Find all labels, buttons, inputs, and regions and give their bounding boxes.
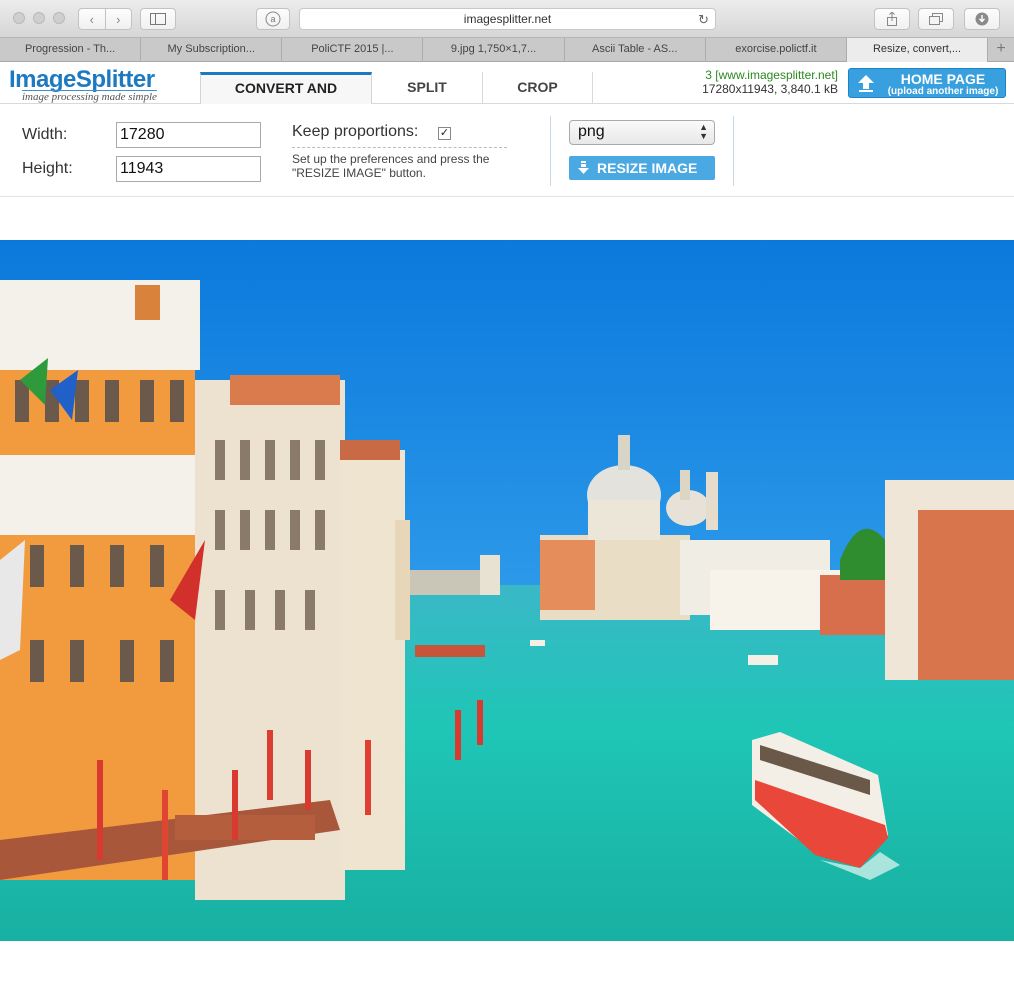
downloads-icon[interactable] bbox=[964, 8, 1000, 30]
browser-tab[interactable]: Ascii Table - AS... bbox=[565, 38, 706, 62]
home-page-sublabel: (upload another image) bbox=[887, 86, 999, 97]
image-dimensions-size: 17280x11943, 3,840.1 kB bbox=[702, 82, 838, 96]
sidebar-toggle-icon[interactable] bbox=[140, 8, 176, 30]
browser-tab[interactable]: exorcise.polictf.it bbox=[706, 38, 847, 62]
amazon-bookmark-icon[interactable]: a bbox=[256, 8, 290, 30]
tabs-overview-icon[interactable] bbox=[918, 8, 954, 30]
divider bbox=[292, 147, 507, 148]
width-label: Width: bbox=[22, 126, 68, 143]
format-select[interactable]: png ▲ ▼ bbox=[569, 120, 715, 145]
home-page-button[interactable]: HOME PAGE (upload another image) bbox=[848, 68, 1006, 98]
upload-arrow-icon bbox=[858, 75, 874, 92]
address-url: imagesplitter.net bbox=[463, 12, 552, 26]
site-header: ImageSplitter image processing made simp… bbox=[0, 62, 1014, 125]
browser-tab-active[interactable]: Resize, convert,... bbox=[846, 38, 989, 62]
image-count: 3 [www.imagesplitter.net] bbox=[705, 68, 838, 82]
image-stats: 3 [www.imagesplitter.net] 17280x11943, 3… bbox=[702, 68, 838, 96]
browser-tab-strip: Progression - Th... My Subscription... P… bbox=[0, 38, 1014, 62]
resize-image-button[interactable]: RESIZE IMAGE bbox=[569, 156, 715, 180]
width-field[interactable] bbox=[116, 122, 261, 148]
browser-tab[interactable]: 9.jpg 1,750×1,7... bbox=[423, 38, 565, 62]
site-tagline: image processing made simple bbox=[22, 90, 157, 103]
tab-crop-image[interactable]: CROP IMAGE bbox=[483, 72, 593, 125]
tab-convert-and-resize[interactable]: CONVERT AND RESIZE bbox=[200, 72, 372, 123]
keep-proportions-checkbox[interactable]: ✓ bbox=[438, 127, 451, 140]
close-window-button[interactable] bbox=[13, 12, 25, 24]
height-label: Height: bbox=[22, 160, 73, 177]
share-icon[interactable] bbox=[874, 8, 910, 30]
divider bbox=[550, 116, 551, 186]
resize-controls: Width: Height: Keep proportions: ✓ Set u… bbox=[0, 104, 1014, 197]
new-tab-icon[interactable]: + bbox=[988, 38, 1014, 62]
download-arrow-icon bbox=[578, 161, 589, 174]
keep-proportions-label: Keep proportions: bbox=[292, 123, 419, 140]
browser-tab[interactable]: PoliCTF 2015 |... bbox=[282, 38, 424, 62]
browser-toolbar: ‹ › a imagesplitter.net ↻ bbox=[0, 0, 1014, 38]
back-icon[interactable]: ‹ bbox=[79, 9, 105, 29]
browser-tab[interactable]: My Subscription... bbox=[141, 38, 283, 62]
image-preview bbox=[0, 240, 1014, 941]
history-nav: ‹ › bbox=[78, 8, 132, 30]
home-page-label: HOME PAGE bbox=[900, 71, 986, 87]
resize-image-label: RESIZE IMAGE bbox=[597, 160, 698, 176]
minimize-window-button[interactable] bbox=[33, 12, 45, 24]
forward-icon[interactable]: › bbox=[104, 9, 132, 29]
zoom-window-button[interactable] bbox=[53, 12, 65, 24]
divider bbox=[733, 116, 734, 186]
svg-text:a: a bbox=[270, 14, 275, 24]
browser-tab[interactable]: Progression - Th... bbox=[0, 38, 142, 62]
help-text: Set up the preferences and press the "RE… bbox=[292, 152, 490, 180]
venice-canal-photo bbox=[0, 240, 1014, 941]
address-bar[interactable]: imagesplitter.net ↻ bbox=[299, 8, 716, 30]
height-field[interactable] bbox=[116, 156, 261, 182]
tab-split-image[interactable]: SPLIT IMAGE bbox=[372, 72, 483, 125]
format-value: png bbox=[578, 123, 605, 140]
reload-icon[interactable]: ↻ bbox=[698, 10, 709, 30]
select-arrows-icon: ▲ ▼ bbox=[699, 122, 708, 141]
